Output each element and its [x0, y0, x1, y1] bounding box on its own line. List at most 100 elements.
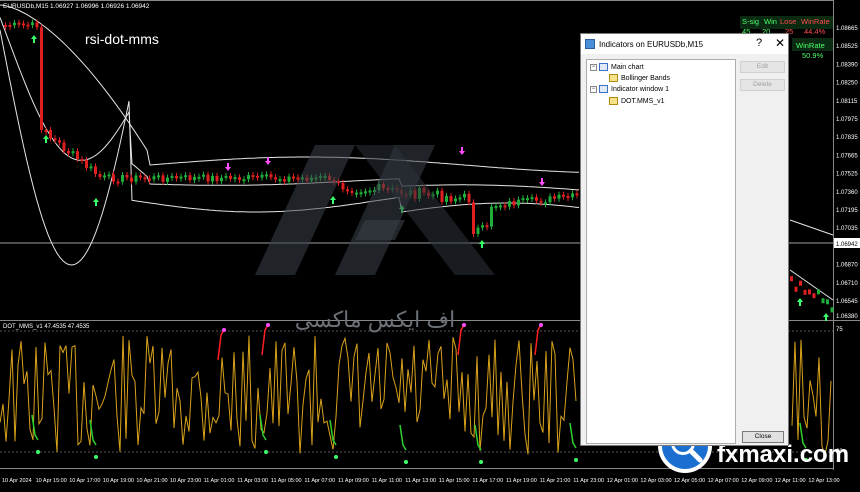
dialog-title: Indicators on EURUSDb,M15	[599, 40, 704, 49]
price-tick: 1.07360	[836, 190, 858, 196]
stats-buy-winrate-value: 50.9%	[802, 51, 824, 60]
candle-body	[826, 299, 829, 305]
stats-s-sig-label: S-sig	[742, 17, 759, 26]
oversold-dot	[264, 450, 268, 454]
time-tick: 11 Apr 19:00	[506, 478, 537, 484]
oversold-dot	[94, 455, 98, 459]
time-tick: 11 Apr 03:00	[237, 478, 268, 484]
candle-body	[62, 142, 66, 152]
candle-body	[8, 24, 12, 27]
price-tick: 1.07975	[836, 117, 858, 123]
candle-body	[830, 307, 834, 313]
chart-caption: rsi-dot-mms	[85, 31, 159, 47]
candle-body	[103, 175, 106, 178]
oversold-dot	[574, 458, 578, 462]
price-tick: 1.08390	[836, 62, 858, 68]
candle-body	[817, 289, 820, 295]
dialog-titlebar[interactable]: Indicators on EURUSDb,M15 ? ✕	[581, 34, 788, 54]
time-tick: 11 Apr 09:00	[338, 478, 369, 484]
stats-buy-winrate-label: WinRate	[796, 41, 825, 50]
candle-body	[130, 177, 133, 182]
candle-body	[539, 200, 543, 203]
delete-button[interactable]: Delete	[740, 79, 785, 91]
candle-body	[202, 174, 205, 177]
tree-item-indicator-window[interactable]: − Indicator window 1	[590, 85, 669, 95]
candle-body	[94, 166, 97, 175]
candle-body	[49, 130, 52, 139]
candle-body	[184, 175, 187, 178]
tree-item-main-chart[interactable]: − Main chart	[590, 63, 644, 73]
mt-app-icon	[585, 39, 595, 49]
indicator-icon	[609, 97, 618, 106]
price-tick: 1.08525	[836, 44, 858, 50]
candle-body	[71, 151, 75, 154]
stats-winrate-label: WinRate	[801, 17, 830, 26]
time-tick: 11 Apr 21:00	[540, 478, 571, 484]
close-button[interactable]: Close	[742, 431, 784, 443]
candle-body	[544, 202, 547, 205]
candle-body	[166, 177, 169, 182]
candle-body	[557, 194, 561, 199]
oversold-dot	[36, 450, 40, 454]
candle-body	[566, 196, 570, 199]
time-tick: 10 Apr 17:00	[69, 478, 100, 484]
candle-body	[197, 176, 201, 179]
time-tick: 11 Apr 13:00	[405, 478, 436, 484]
price-tick: 1.06545	[836, 299, 858, 305]
indicators-dialog[interactable]: Indicators on EURUSDb,M15 ? ✕ − Main char…	[580, 33, 789, 446]
window-icon	[599, 85, 608, 94]
candle-body	[98, 174, 102, 177]
price-tick: 1.07195	[836, 208, 858, 214]
candle-body	[148, 178, 151, 181]
oversold-dot	[334, 455, 338, 459]
fx-logo-watermark: اف ایکس ماکسی	[245, 125, 505, 345]
candle-body	[188, 175, 192, 181]
candle-body	[812, 293, 816, 299]
price-tick: 1.08250	[836, 81, 858, 87]
candle-body	[179, 176, 183, 179]
candle-body	[80, 158, 84, 161]
candle-body	[53, 138, 57, 141]
tree-item-bollinger[interactable]: Bollinger Bands	[609, 74, 670, 84]
overbought-dot	[222, 328, 226, 332]
price-tick: 1.06380	[836, 314, 858, 320]
oversold-dot	[404, 460, 408, 464]
price-tick: 1.07525	[836, 172, 858, 178]
time-tick: 12 Apr 01:00	[607, 478, 638, 484]
candle-body	[157, 175, 160, 178]
candle-body	[803, 289, 807, 295]
candle-body	[121, 174, 124, 182]
price-tick: 1.07835	[836, 135, 858, 141]
time-tick: 11 Apr 11:00	[372, 478, 402, 484]
collapse-icon[interactable]: −	[590, 85, 597, 93]
candle-body	[553, 196, 556, 199]
candle-body	[152, 176, 156, 180]
candle-body	[125, 174, 129, 178]
candle-body	[44, 130, 48, 132]
candle-body	[512, 201, 516, 206]
candle-body	[134, 175, 138, 182]
candle-body	[220, 177, 223, 182]
candle-body	[170, 175, 174, 178]
candle-body	[112, 174, 115, 182]
tree-label-main-chart: Main chart	[611, 64, 644, 71]
help-button[interactable]: ?	[756, 37, 762, 49]
tree-item-dot-mms[interactable]: DOT.MMS_v1	[609, 97, 665, 107]
candle-body	[530, 197, 534, 200]
candle-body	[215, 175, 219, 182]
tree-label-bollinger: Bollinger Bands	[621, 75, 671, 82]
close-icon[interactable]: ✕	[775, 36, 785, 50]
candle-body	[808, 289, 811, 295]
indicator-tree[interactable]: − Main chart Bollinger Bands − Indicator w…	[586, 59, 736, 444]
candle-body	[238, 177, 241, 181]
candle-body	[517, 199, 520, 206]
candle-body	[224, 175, 228, 178]
candle-body	[521, 198, 525, 201]
candle-body	[35, 22, 39, 28]
edit-button[interactable]: Edit	[740, 61, 785, 73]
chart-window[interactable]: EURUSDb,M15 1.06927 1.06996 1.06926 1.06…	[0, 0, 860, 487]
collapse-icon[interactable]: −	[590, 63, 597, 71]
candle-body	[526, 198, 529, 201]
candle-body	[211, 175, 214, 182]
candle-body	[562, 194, 565, 197]
